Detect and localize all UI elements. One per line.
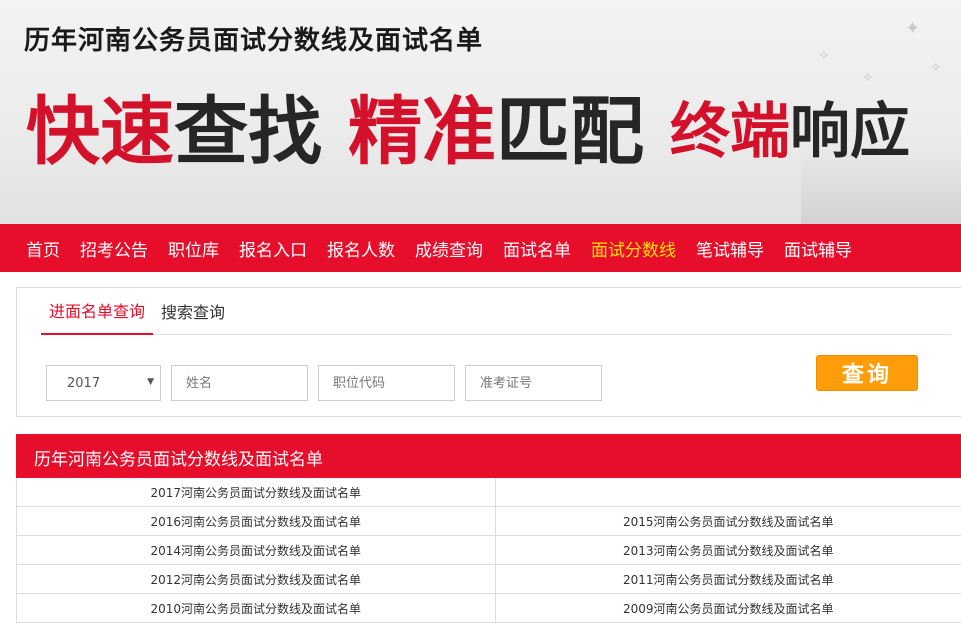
table-cell: 2014河南公务员面试分数线及面试名单 [17,536,496,564]
list-link[interactable]: 2012河南公务员面试分数线及面试名单 [150,571,361,588]
nav-item-announcements[interactable]: 招考公告 [80,236,148,261]
banner: ✦ ✧ ✧ ✧ 历年河南公务员面试分数线及面试名单 快速 查找 精准 匹配 终端… [0,0,961,224]
list-title: 历年河南公务员面试分数线及面试名单 [16,434,961,478]
caret-down-icon: ▼ [147,377,154,387]
nav-item-interview-tutoring[interactable]: 面试辅导 [784,236,852,261]
table-cell: 2012河南公务员面试分数线及面试名单 [17,565,496,593]
table-cell: 2016河南公务员面试分数线及面试名单 [17,507,496,535]
slogan: 快速 查找 精准 匹配 终端 响应 [26,84,910,180]
year-select[interactable]: 2017 ▼ [46,365,161,401]
dove-icon: ✧ [818,48,830,64]
dove-icon: ✧ [930,60,942,76]
list-link[interactable]: 2017河南公务员面试分数线及面试名单 [150,484,361,501]
table-row: 2016河南公务员面试分数线及面试名单 2015河南公务员面试分数线及面试名单 [17,507,961,536]
nav-item-positions[interactable]: 职位库 [168,236,219,261]
list-link[interactable]: 2016河南公务员面试分数线及面试名单 [150,513,361,530]
nav-item-applicant-count[interactable]: 报名人数 [327,236,395,261]
table-cell: 2009河南公务员面试分数线及面试名单 [496,594,961,622]
main-nav: 首页 招考公告 职位库 报名入口 报名人数 成绩查询 面试名单 面试分数线 笔试… [0,224,961,272]
slogan-word: 快速 [26,89,174,175]
list-link[interactable]: 2011河南公务员面试分数线及面试名单 [623,571,834,588]
table-cell: 2015河南公务员面试分数线及面试名单 [496,507,961,535]
slogan-word: 精准 [348,89,496,175]
table-row: 2010河南公务员面试分数线及面试名单 2009河南公务员面试分数线及面试名单 [17,594,961,623]
table-row: 2014河南公务员面试分数线及面试名单 2013河南公务员面试分数线及面试名单 [17,536,961,565]
nav-item-score-query[interactable]: 成绩查询 [415,236,483,261]
year-select-value: 2017 [67,375,101,391]
nav-item-interview-cutoff[interactable]: 面试分数线 [591,236,676,261]
nav-item-interview-list[interactable]: 面试名单 [503,236,571,261]
dove-icon: ✦ [905,18,921,39]
table-cell: 2013河南公务员面试分数线及面试名单 [496,536,961,564]
tab-interview-list-query[interactable]: 进面名单查询 [41,298,154,335]
table-cell: 2011河南公务员面试分数线及面试名单 [496,565,961,593]
list-link[interactable]: 2015河南公务员面试分数线及面试名单 [623,513,834,530]
exam-number-input[interactable] [465,365,602,401]
list-link[interactable]: 2009河南公务员面试分数线及面试名单 [623,600,834,617]
table-cell: 2017河南公务员面试分数线及面试名单 [17,478,496,506]
slogan-word: 查找 [174,89,322,175]
position-code-input[interactable] [318,365,455,401]
tab-search-query[interactable]: 搜索查询 [153,299,233,334]
history-list: 2017河南公务员面试分数线及面试名单 2016河南公务员面试分数线及面试名单 … [16,478,961,623]
query-button[interactable]: 查询 [816,355,918,391]
slogan-word: 响应 [790,97,910,167]
list-link[interactable]: 2013河南公务员面试分数线及面试名单 [623,542,834,559]
name-input[interactable] [171,365,308,401]
table-cell [496,478,961,506]
nav-item-home[interactable]: 首页 [26,236,60,261]
list-link[interactable]: 2010河南公务员面试分数线及面试名单 [150,600,361,617]
nav-item-written-tutoring[interactable]: 笔试辅导 [696,236,764,261]
search-panel: 进面名单查询 搜索查询 2017 ▼ 查询 [16,287,961,417]
slogan-word: 匹配 [496,89,644,175]
table-row: 2017河南公务员面试分数线及面试名单 [17,478,961,507]
page-title: 历年河南公务员面试分数线及面试名单 [24,26,484,56]
slogan-word: 终端 [670,97,790,167]
table-cell: 2010河南公务员面试分数线及面试名单 [17,594,496,622]
nav-item-registration[interactable]: 报名入口 [239,236,307,261]
list-link[interactable]: 2014河南公务员面试分数线及面试名单 [150,542,361,559]
table-row: 2012河南公务员面试分数线及面试名单 2011河南公务员面试分数线及面试名单 [17,565,961,594]
search-tabs: 进面名单查询 搜索查询 [41,288,951,335]
